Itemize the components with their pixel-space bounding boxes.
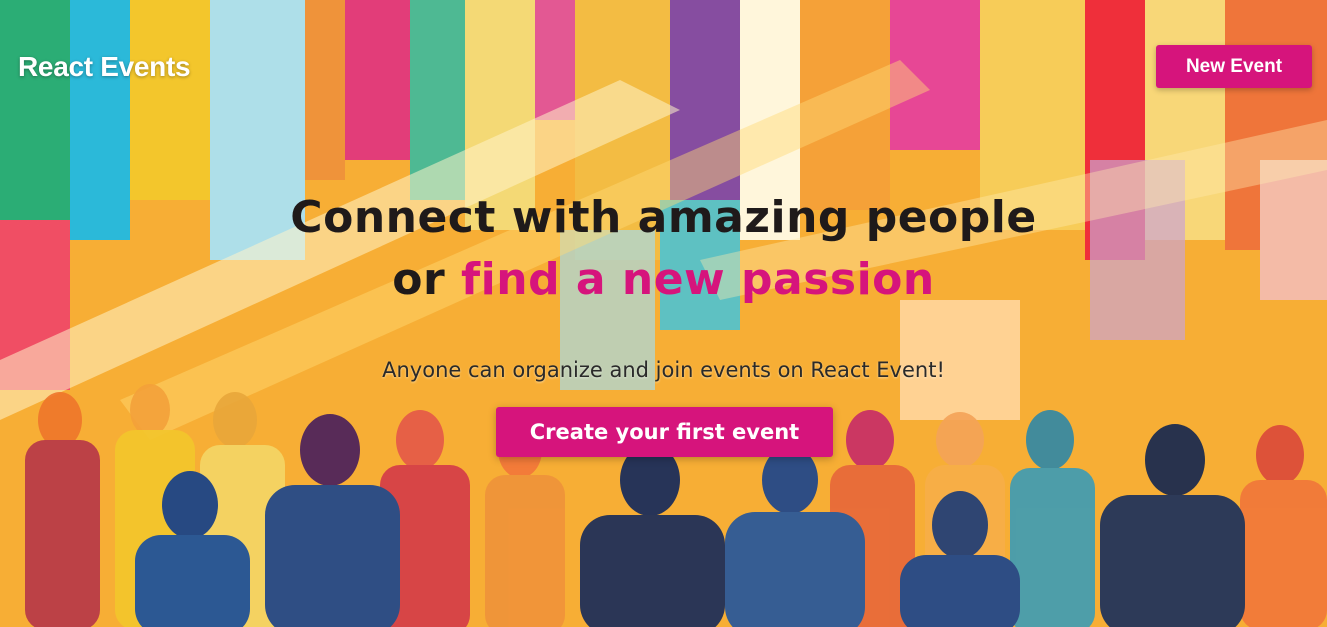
brand-logo[interactable]: React Events <box>18 50 191 84</box>
new-event-button[interactable]: New Event <box>1156 45 1312 88</box>
hero-headline-prefix: or <box>392 254 462 305</box>
hero-headline-line1: Connect with amazing people <box>290 192 1037 243</box>
hero-subtitle: Anyone can organize and join events on R… <box>382 358 945 382</box>
hero-headline-line2: or find a new passion <box>0 249 1327 311</box>
hero-background-illustration <box>0 0 1327 627</box>
create-first-event-button[interactable]: Create your first event <box>496 407 833 457</box>
hero-headline-accent: find a new passion <box>461 254 935 305</box>
